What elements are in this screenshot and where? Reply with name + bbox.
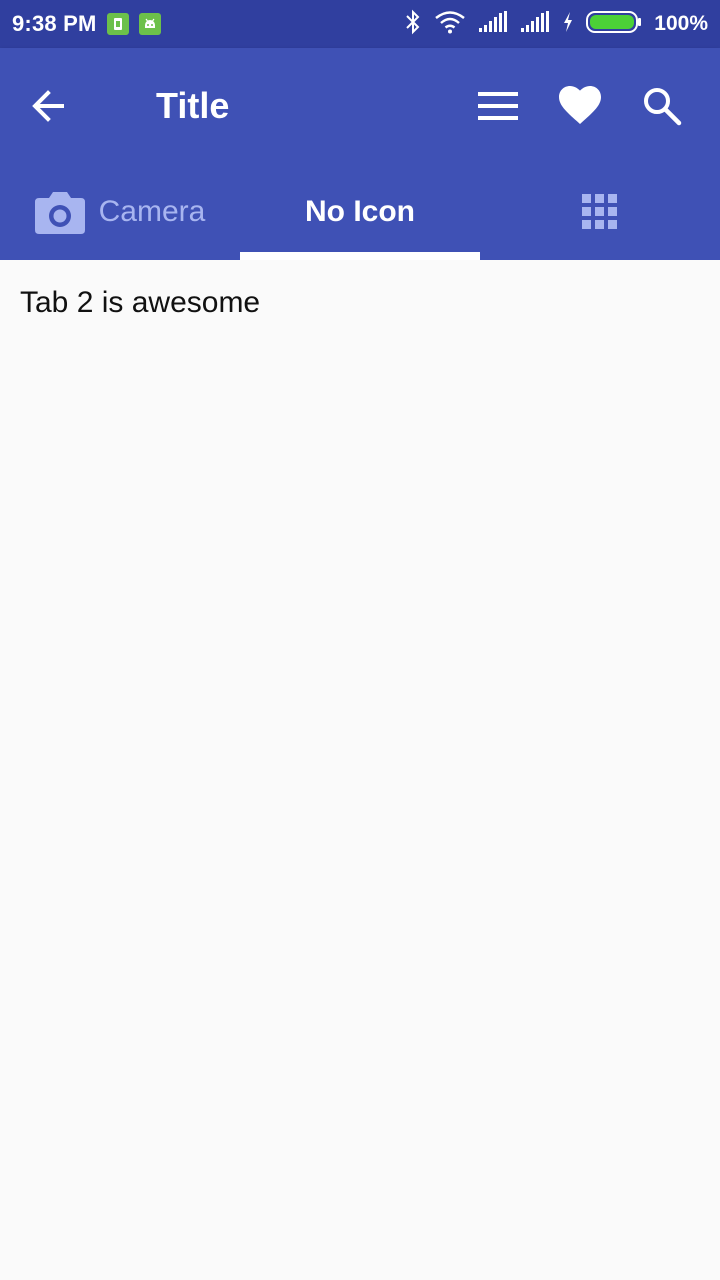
status-time: 9:38 PM (12, 11, 97, 36)
tab-bar: Camera No Icon (0, 164, 720, 260)
back-button[interactable] (16, 74, 80, 138)
signal-icon (478, 10, 508, 38)
content-text: Tab 2 is awesome (20, 286, 261, 319)
tab-label: No Icon (305, 195, 415, 228)
app-bar: Title Camera No Icon (0, 48, 720, 260)
toolbar: Title (0, 48, 720, 164)
battery-icon (586, 10, 642, 39)
wifi-icon (434, 10, 466, 39)
signal-icon (520, 10, 550, 38)
selected-tab-indicator (240, 252, 480, 260)
tab-content: Tab 2 is awesome (0, 260, 720, 1280)
charging-icon (562, 11, 574, 38)
back-arrow-icon (32, 90, 64, 122)
tab-label: Camera (98, 195, 206, 228)
menu-button[interactable] (466, 74, 530, 138)
status-icons: 100% (404, 9, 708, 40)
apps-grid-icon (582, 194, 617, 229)
tab-apps[interactable] (480, 164, 720, 260)
camera-icon (34, 192, 85, 234)
battery-percent: 100% (654, 12, 708, 35)
bluetooth-icon (404, 9, 422, 40)
search-icon (644, 88, 682, 126)
menu-icon (478, 92, 518, 120)
search-button[interactable] (630, 74, 694, 138)
android-icon (138, 13, 161, 35)
heart-icon (559, 86, 601, 124)
tab-camera[interactable]: Camera (0, 164, 240, 260)
status-bar: 9:38 PM 100% (0, 0, 720, 48)
tab-no-icon[interactable]: No Icon (240, 164, 480, 260)
sim-card-icon (106, 13, 129, 35)
favorite-button[interactable] (548, 74, 612, 138)
page-title: Title (156, 85, 230, 126)
